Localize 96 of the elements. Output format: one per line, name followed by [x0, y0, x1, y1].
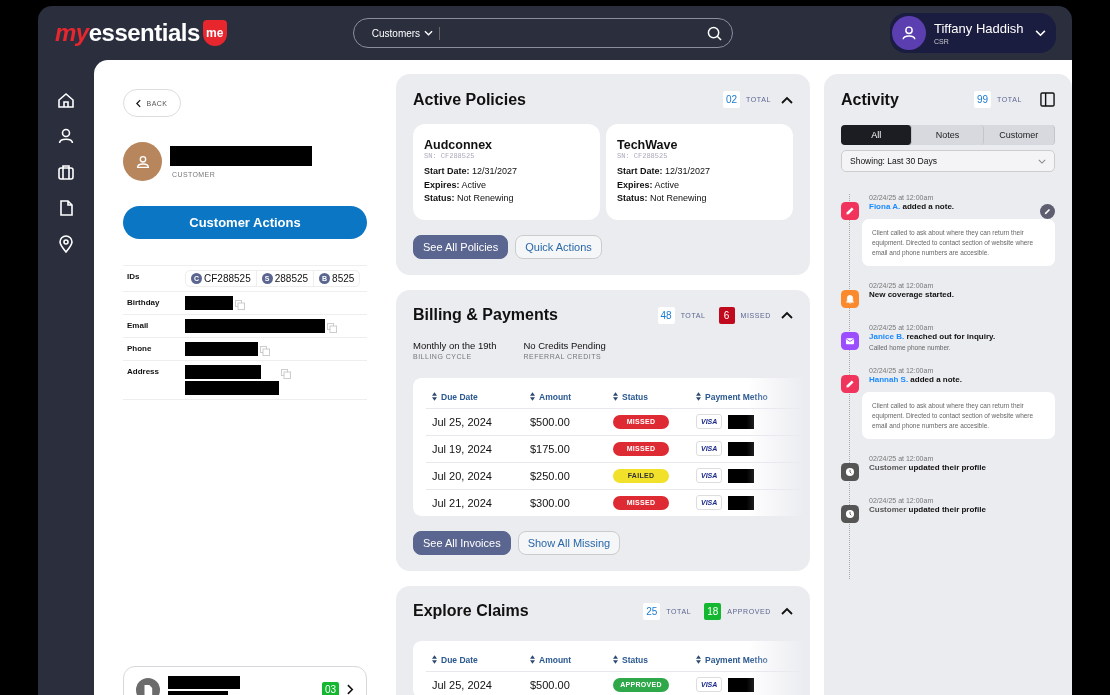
activity-text: New coverage started. — [869, 290, 955, 299]
filter-tab[interactable]: All — [841, 125, 913, 145]
policy-detail: Start Date: 12/31/2027 — [424, 165, 519, 178]
collapse-icon[interactable] — [781, 607, 793, 615]
policy-detail: Expires: Active — [617, 178, 681, 192]
field-label: Phone — [127, 343, 153, 353]
user-icon[interactable] — [56, 126, 76, 146]
fact-value: Monthly on the 19th — [413, 339, 497, 351]
table-cell-text: $175.00 — [530, 442, 571, 455]
count-badge: 6 — [718, 306, 735, 324]
sort-icon — [696, 392, 701, 401]
date-filter-dropdown[interactable]: Showing: Last 30 Days — [841, 150, 1055, 172]
sort-icon — [530, 655, 535, 664]
action-button[interactable]: Show All Missing — [517, 530, 621, 555]
column-header[interactable]: Status — [613, 391, 648, 402]
bell-icon — [841, 290, 859, 308]
chevron-down-icon[interactable] — [1035, 29, 1046, 37]
policy-name: TechWave — [617, 138, 679, 152]
column-header[interactable]: Payment Metho — [696, 654, 768, 665]
table-cell-text: Jul 25, 2024 — [432, 415, 493, 428]
redacted-block — [185, 296, 233, 310]
column-header[interactable]: Amount — [530, 654, 572, 665]
pencil-icon — [841, 202, 859, 220]
collapse-icon[interactable] — [781, 95, 793, 104]
activity-text: Janice B. reached out for inquiry. — [869, 332, 997, 341]
clock-icon — [841, 505, 859, 523]
policy-detail: Status: Not Renewing — [424, 192, 515, 205]
field-label: Birthday — [127, 297, 161, 307]
field-label: Email — [127, 320, 150, 330]
column-header[interactable]: Amount — [530, 391, 572, 402]
action-button[interactable]: Quick Actions — [515, 234, 602, 259]
activity-text: Customer updated their profile — [869, 463, 987, 472]
policy-name: Audconnex — [424, 138, 494, 152]
section-title: Active Policies — [413, 90, 526, 109]
policy-detail: Status: Not Renewing — [617, 192, 708, 205]
count-badge: 18 — [704, 602, 722, 620]
count-badge: 25 — [643, 602, 661, 620]
map-pin-icon[interactable] — [56, 234, 76, 254]
fact-value: No Credits Pending — [523, 339, 606, 351]
redacted-block — [728, 441, 755, 456]
redacted-block — [728, 495, 755, 510]
policy-detail: Expires: Active — [424, 178, 488, 192]
chevron-down-icon — [1038, 158, 1046, 164]
sort-icon — [530, 392, 535, 401]
scope-dropdown[interactable]: Customers — [365, 26, 441, 40]
table-cell-text: $300.00 — [530, 496, 571, 509]
avatar-icon — [892, 16, 926, 50]
clock-icon — [841, 463, 859, 481]
table-cell-text: $500.00 — [530, 678, 571, 691]
chevron-left-icon — [136, 98, 142, 108]
table-cell-text: $250.00 — [530, 469, 571, 482]
column-header[interactable]: Status — [613, 654, 648, 665]
table-cell-text: Jul 19, 2024 — [432, 442, 493, 455]
user-name: Tiffany Haddish — [934, 21, 1025, 36]
count-badge: 48 — [657, 306, 675, 324]
briefcase-icon[interactable] — [56, 162, 76, 182]
pencil-icon — [841, 375, 859, 393]
customer-avatar — [123, 142, 162, 181]
count-badge: 03 — [321, 682, 339, 695]
logo[interactable]: myessentials me — [55, 19, 227, 47]
count-badge: 02 — [722, 91, 741, 108]
count-badge: 99 — [973, 91, 992, 108]
customer-actions-button[interactable]: Customer Actions — [123, 206, 367, 239]
redacted-block — [728, 414, 755, 429]
sort-icon — [613, 392, 618, 401]
table-cell-text: Jul 25, 2024 — [432, 678, 493, 691]
column-header[interactable]: Payment Metho — [696, 391, 768, 402]
column-header[interactable]: Due Date — [432, 391, 478, 402]
sort-icon — [613, 655, 618, 664]
redacted-block — [728, 468, 755, 483]
activity-text: Customer updated their profile — [869, 505, 987, 514]
column-header[interactable]: Due Date — [432, 654, 478, 665]
section-title: Billing & Payments — [413, 306, 558, 324]
section-title: Activity — [841, 90, 899, 109]
table-cell-text: Jul 21, 2024 — [432, 496, 493, 509]
policy-detail: Start Date: 12/31/2027 — [617, 165, 712, 178]
activity-text: Hannah S. added a note. — [869, 375, 963, 384]
action-button[interactable]: See All Invoices — [413, 530, 511, 555]
sort-icon — [432, 392, 437, 401]
chevron-right-icon[interactable] — [347, 684, 354, 695]
field-label: Address — [127, 366, 160, 376]
sort-icon — [696, 655, 701, 664]
edit-icon[interactable] — [1040, 204, 1055, 219]
search-icon[interactable] — [706, 25, 722, 41]
collapse-icon[interactable] — [781, 311, 793, 319]
table-cell-text: Jul 20, 2024 — [432, 469, 493, 482]
table-cell-text: $500.00 — [530, 415, 571, 428]
section-title: Explore Claims — [413, 602, 529, 620]
field-label: IDs — [127, 271, 141, 281]
home-icon[interactable] — [56, 90, 76, 110]
chevron-down-icon — [424, 30, 434, 36]
sidebar-toggle-icon[interactable] — [1040, 92, 1055, 107]
redacted-block — [728, 677, 755, 692]
sort-icon — [432, 655, 437, 664]
envelope-icon — [841, 332, 859, 350]
action-button[interactable]: See All Policies — [413, 234, 509, 259]
